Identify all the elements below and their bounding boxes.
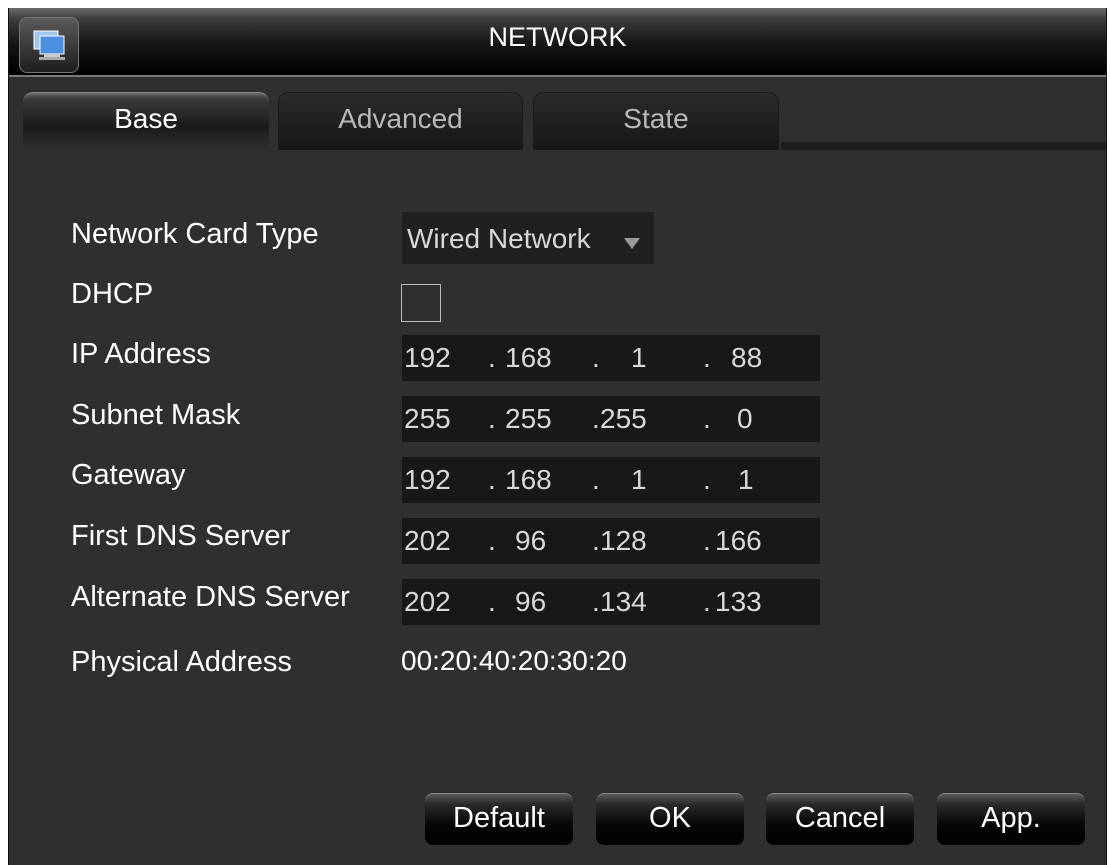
subnet-mask-field[interactable]: 255 . 255 . 255 . 0 (402, 396, 820, 442)
ip-separator: . (703, 403, 711, 434)
gateway-octet-1[interactable]: 192 (404, 464, 451, 496)
alternate-dns-label: Alternate DNS Server (71, 581, 350, 613)
subnet-mask-octet-1[interactable]: 255 (404, 403, 451, 435)
subnet-mask-octet-4[interactable]: 0 (737, 403, 753, 435)
ip-separator: . (592, 464, 600, 495)
tab-state-label: State (623, 103, 689, 134)
gateway-octet-2[interactable]: 168 (505, 464, 552, 496)
ip-separator: . (488, 464, 496, 495)
ip-address-octet-4[interactable]: 88 (731, 342, 762, 374)
ip-separator: . (703, 342, 711, 373)
ip-separator: . (592, 586, 600, 617)
ip-separator: . (592, 403, 600, 434)
ip-address-octet-1[interactable]: 192 (404, 342, 451, 374)
gateway-field[interactable]: 192 . 168 . 1 . 1 (402, 457, 820, 503)
subnet-mask-label: Subnet Mask (71, 399, 241, 431)
gateway-octet-4[interactable]: 1 (738, 464, 754, 496)
tab-advanced[interactable]: Advanced (278, 92, 523, 150)
ip-address-label: IP Address (71, 338, 211, 370)
first-dns-octet-4[interactable]: 166 (715, 525, 762, 557)
alternate-dns-octet-1[interactable]: 202 (404, 586, 451, 618)
ip-separator: . (488, 342, 496, 373)
network-card-type-select[interactable]: Wired Network (402, 212, 654, 264)
gateway-label: Gateway (71, 459, 186, 491)
ip-separator: . (488, 586, 496, 617)
network-dialog: NETWORK Base Advanced State Network Card… (8, 8, 1107, 865)
dhcp-label: DHCP (71, 278, 154, 310)
physical-address-value: 00:20:40:20:30:20 (401, 645, 627, 676)
default-button[interactable]: Default (425, 793, 573, 845)
physical-address-label: Physical Address (71, 646, 292, 678)
subnet-mask-octet-3[interactable]: 255 (600, 403, 647, 435)
first-dns-field[interactable]: 202 . 96 . 128 . 166 (402, 518, 820, 564)
gateway-octet-3[interactable]: 1 (631, 464, 647, 496)
ip-separator: . (703, 525, 711, 556)
ip-address-octet-3[interactable]: 1 (631, 342, 647, 374)
subnet-mask-octet-2[interactable]: 255 (505, 403, 552, 435)
window-title: NETWORK (488, 22, 627, 52)
tab-advanced-label: Advanced (338, 103, 463, 134)
apply-button[interactable]: App. (937, 793, 1085, 845)
dropdown-arrow-icon (624, 238, 640, 249)
ip-separator: . (703, 464, 711, 495)
title-bar: NETWORK (9, 8, 1106, 77)
ip-separator: . (488, 525, 496, 556)
tab-base-label: Base (114, 103, 178, 134)
dhcp-checkbox[interactable] (401, 284, 441, 322)
ip-address-octet-2[interactable]: 168 (505, 342, 552, 374)
cancel-button[interactable]: Cancel (766, 793, 914, 845)
alternate-dns-octet-3[interactable]: 134 (600, 586, 647, 618)
ok-button[interactable]: OK (596, 793, 744, 845)
network-card-type-label: Network Card Type (71, 218, 319, 250)
tab-strip-divider (781, 142, 1106, 150)
ip-separator: . (703, 586, 711, 617)
first-dns-octet-3[interactable]: 128 (600, 525, 647, 557)
alternate-dns-octet-4[interactable]: 133 (715, 586, 762, 618)
first-dns-octet-1[interactable]: 202 (404, 525, 451, 557)
alternate-dns-field[interactable]: 202 . 96 . 134 . 133 (402, 579, 820, 625)
first-dns-octet-2[interactable]: 96 (515, 525, 546, 557)
network-card-type-value: Wired Network (407, 223, 591, 254)
first-dns-label: First DNS Server (71, 520, 291, 552)
ip-address-field[interactable]: 192 . 168 . 1 . 88 (402, 335, 820, 381)
ip-separator: . (592, 342, 600, 373)
alternate-dns-octet-2[interactable]: 96 (515, 586, 546, 618)
ip-separator: . (592, 525, 600, 556)
ip-separator: . (488, 403, 496, 434)
tab-state[interactable]: State (533, 92, 779, 150)
tab-base[interactable]: Base (23, 92, 269, 150)
